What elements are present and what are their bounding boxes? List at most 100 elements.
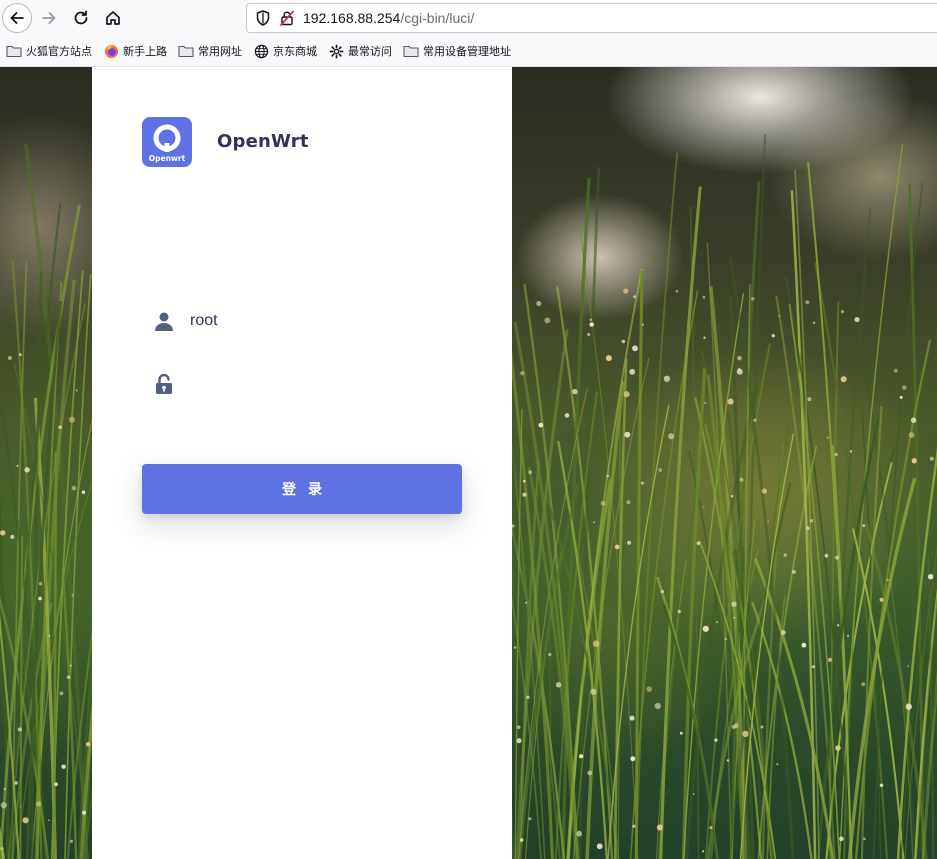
dew-drop <box>863 837 866 841</box>
dew-drop <box>702 295 706 299</box>
dew-drop <box>526 695 530 699</box>
dew-drop <box>714 738 718 742</box>
arrow-right-icon <box>42 12 56 24</box>
dew-drop <box>593 640 600 647</box>
dew-drop <box>805 300 810 305</box>
grass-blade <box>921 669 937 859</box>
dew-drop <box>668 433 675 440</box>
forward-button[interactable] <box>34 3 64 33</box>
bookmark-common-sites[interactable]: 常用网址 <box>178 43 242 59</box>
dew-drop <box>908 432 915 438</box>
dew-drop <box>733 616 736 619</box>
dew-drop <box>523 479 526 483</box>
grass-blade <box>585 380 625 859</box>
reload-button[interactable] <box>66 3 96 33</box>
login-button[interactable]: 登录 <box>142 464 462 514</box>
username-input[interactable] <box>190 307 440 335</box>
arrow-left-icon <box>10 12 24 24</box>
password-field[interactable] <box>142 366 462 402</box>
dew-drop <box>658 468 663 472</box>
dew-drop <box>737 355 742 361</box>
dew-drop <box>544 317 551 324</box>
dew-drop <box>927 574 934 580</box>
dew-drop <box>861 682 866 687</box>
url-bar[interactable]: 192.168.88.254/cgi-bin/luci/ <box>246 3 937 33</box>
dew-drop <box>614 544 620 550</box>
username-field[interactable] <box>142 303 462 339</box>
bookmarks-bar: 火狐官方站点 新手上路 常用网址 京东商城 最常访问 常用设备管理地址 <box>0 36 937 67</box>
dew-drop <box>589 322 594 327</box>
dew-drop <box>806 526 810 530</box>
dew-drop <box>38 582 43 586</box>
dew-drop <box>929 456 934 461</box>
logo-caption: Openwrt <box>148 154 186 163</box>
bookmark-label: 最常访问 <box>348 45 392 58</box>
bookmark-firefox-official[interactable]: 火狐官方站点 <box>6 43 92 59</box>
dew-drop <box>85 742 91 747</box>
home-button[interactable] <box>98 3 128 33</box>
url-text[interactable]: 192.168.88.254/cgi-bin/luci/ <box>303 10 474 26</box>
grass-blade <box>19 535 23 859</box>
dew-drop <box>702 625 709 632</box>
password-input[interactable] <box>190 370 440 398</box>
insecure-lock-icon[interactable] <box>279 10 295 26</box>
dew-drop <box>548 652 552 657</box>
bookmark-label: 新手上路 <box>123 45 167 58</box>
dew-drop <box>726 759 730 762</box>
dew-drop <box>656 824 663 831</box>
dew-drop <box>621 339 626 344</box>
unlock-icon <box>152 372 176 396</box>
dew-drop <box>696 541 701 545</box>
shield-icon[interactable] <box>255 10 271 26</box>
dew-drop <box>632 345 638 352</box>
bookmark-device-admin[interactable]: 常用设备管理地址 <box>403 43 511 59</box>
dew-drop <box>675 289 679 293</box>
dew-drop <box>17 727 22 732</box>
folder-icon <box>6 43 22 59</box>
dew-drop <box>835 745 841 751</box>
dew-drop <box>781 630 786 635</box>
dew-drop <box>555 682 562 688</box>
dew-drop <box>742 730 749 738</box>
dew-drop <box>14 781 18 785</box>
dew-drop <box>879 783 884 788</box>
dew-drop <box>834 452 838 457</box>
dew-drop <box>739 477 744 482</box>
dew-drop <box>703 336 706 339</box>
dew-drop <box>701 850 705 853</box>
dew-drop <box>776 763 779 766</box>
dew-drop <box>753 418 757 422</box>
dew-drop <box>761 488 768 494</box>
back-button[interactable] <box>2 3 32 33</box>
dew-drop <box>589 318 592 321</box>
bookmark-jd-mall[interactable]: 京东商城 <box>253 43 317 59</box>
grass-blade <box>52 451 58 859</box>
folder-icon <box>178 43 194 59</box>
dew-drop <box>807 397 812 402</box>
bookmark-most-visited[interactable]: 最常访问 <box>328 43 392 59</box>
dew-drop <box>702 506 705 509</box>
dew-drop <box>48 634 51 637</box>
dew-drop <box>528 817 532 821</box>
url-host: 192.168.88.254 <box>303 10 401 26</box>
dew-drop <box>809 518 814 523</box>
bookmark-getting-started[interactable]: 新手上路 <box>103 43 167 59</box>
dew-drop <box>692 793 695 795</box>
dew-drop <box>538 422 544 428</box>
dew-drop <box>813 321 816 324</box>
dew-drop <box>600 501 606 506</box>
dew-drop <box>847 634 850 637</box>
dew-drop <box>630 756 636 762</box>
dew-drop <box>854 317 860 323</box>
dew-drop <box>731 601 737 607</box>
dew-drop <box>19 805 22 808</box>
firefox-icon <box>103 43 119 59</box>
dew-drop <box>827 657 833 663</box>
dew-drop <box>730 494 734 498</box>
dew-drop <box>731 725 736 729</box>
user-icon <box>152 309 176 333</box>
dew-drop <box>576 830 583 837</box>
dew-drop <box>626 500 631 505</box>
dew-drop <box>899 395 903 399</box>
dew-drop <box>716 621 719 624</box>
